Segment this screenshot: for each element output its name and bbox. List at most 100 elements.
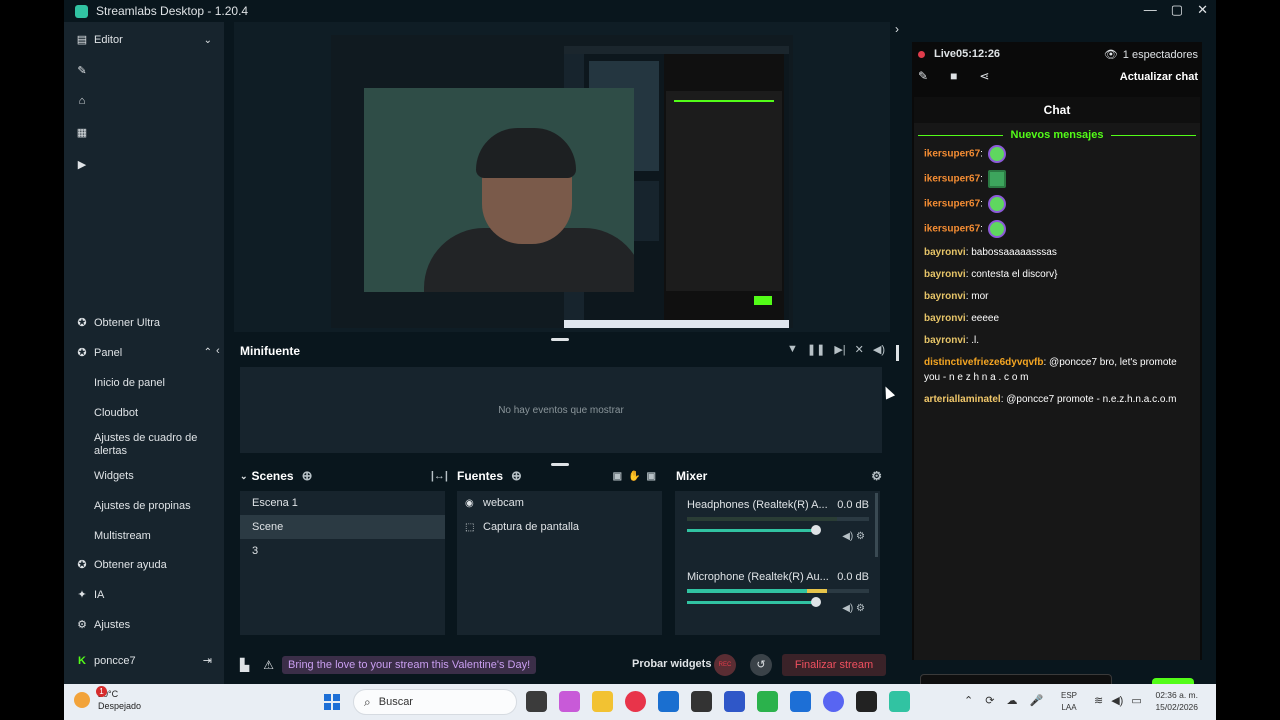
chat-username[interactable]: arteriallaminatel: [924, 394, 1001, 405]
chat-username[interactable]: bayronvi: [924, 313, 966, 324]
stream-preview[interactable]: [234, 22, 890, 332]
chat-column: Live 05:12:26 👁 1 espectadores ✎ ■ ⋖ Act…: [912, 42, 1202, 706]
mute-settings-icons[interactable]: ◀) ⚙: [842, 531, 865, 542]
resize-handle[interactable]: [551, 463, 569, 466]
chevron-down-icon[interactable]: ⌄: [240, 471, 248, 482]
app-icon[interactable]: [724, 691, 745, 712]
scrollbar[interactable]: [875, 493, 878, 557]
chat-username[interactable]: ikersuper67: [924, 149, 980, 160]
end-stream-button[interactable]: Finalizar stream: [782, 654, 886, 676]
video-icon[interactable]: ■: [950, 69, 957, 83]
transition-icon[interactable]: |↔|: [431, 470, 448, 482]
gear-icon: ⚙: [77, 619, 87, 631]
task-view-icon[interactable]: [526, 691, 547, 712]
volume-icon[interactable]: ◀): [873, 343, 885, 356]
eye-icon: 👁: [1103, 49, 1118, 61]
sidebar-subitem-cloudbot[interactable]: Cloudbot: [94, 407, 138, 420]
filter-icon[interactable]: ▼: [787, 343, 798, 356]
source-tools[interactable]: ▣✋▣: [613, 471, 662, 482]
chat-username[interactable]: ikersuper67: [924, 224, 980, 235]
edit-icon[interactable]: ✎: [918, 69, 928, 83]
sidebar-item-ia[interactable]: ✦ IA: [76, 589, 104, 601]
sidebar-user[interactable]: K poncce7: [76, 655, 136, 667]
mute-settings-icons[interactable]: ◀) ⚙: [842, 603, 865, 614]
slider-knob[interactable]: [811, 597, 821, 607]
sidebar-item-store[interactable]: ⌂: [76, 95, 94, 107]
sidebar-subitem-inicio[interactable]: Inicio de panel: [94, 377, 165, 390]
streamlabs-icon[interactable]: [889, 691, 910, 712]
chat-username[interactable]: bayronvi: [924, 269, 966, 280]
chevron-up-icon[interactable]: ⌃: [204, 347, 212, 358]
sidebar-item-obtener-ultra[interactable]: ✪ Obtener Ultra: [76, 317, 160, 329]
scene-item[interactable]: Escena 1: [240, 491, 445, 515]
weather-widget[interactable]: 1 20°C Despejado: [74, 686, 141, 712]
mute-notifications-icon[interactable]: ✕: [855, 343, 864, 356]
volume-slider[interactable]: [687, 597, 821, 607]
chevron-down-icon[interactable]: ⌄: [204, 35, 212, 46]
copilot-icon[interactable]: [559, 691, 580, 712]
chat-username[interactable]: distinctivefrieze6dyvqvfb: [924, 357, 1043, 368]
volume-slider[interactable]: [687, 525, 821, 535]
sidebar-subitem-tips[interactable]: Ajustes de propinas: [94, 500, 191, 513]
maximize-button[interactable]: ▢: [1171, 2, 1183, 18]
chat-username[interactable]: bayronvi: [924, 335, 966, 346]
chevron-right-icon[interactable]: ›: [895, 22, 899, 36]
store-icon[interactable]: [658, 691, 679, 712]
opera-icon[interactable]: [625, 691, 646, 712]
alert-icon[interactable]: ⚠: [263, 658, 274, 672]
live-status: Live 05:12:26 👁 1 espectadores: [918, 48, 1198, 61]
gear-icon[interactable]: ⚙: [871, 469, 882, 483]
replay-buffer-button[interactable]: ↺: [750, 654, 772, 676]
chat-username[interactable]: bayronvi: [924, 247, 966, 258]
app-icon[interactable]: [856, 691, 877, 712]
outlook-icon[interactable]: [790, 691, 811, 712]
chat-username[interactable]: bayronvi: [924, 291, 966, 302]
resize-handle[interactable]: [551, 338, 569, 341]
tray-icon[interactable]: ⟳: [985, 694, 994, 707]
file-explorer-icon[interactable]: [592, 691, 613, 712]
sidebar-item-themes[interactable]: ✎: [76, 65, 94, 77]
sidebar-subitem-multistream[interactable]: Multistream: [94, 530, 151, 543]
source-item[interactable]: ⬚ Captura de pantalla: [457, 515, 662, 539]
sidebar-item-panel[interactable]: ✪ Panel: [76, 347, 122, 359]
add-source-button[interactable]: ⊕: [511, 468, 522, 484]
sidebar-item-apps[interactable]: ▦: [76, 127, 94, 139]
windows-start-icon[interactable]: [324, 694, 340, 710]
record-button[interactable]: REC: [714, 654, 736, 676]
stats-icon[interactable]: ▙: [240, 658, 249, 672]
sidebar-item-editor[interactable]: ▤ Editor: [76, 34, 123, 46]
scene-item[interactable]: 3: [240, 539, 445, 563]
source-item[interactable]: ◉ webcam: [457, 491, 662, 515]
refresh-chat-button[interactable]: Actualizar chat: [1120, 71, 1198, 83]
sidebar-subitem-widgets[interactable]: Widgets: [94, 470, 134, 483]
chat-username[interactable]: ikersuper67: [924, 174, 980, 185]
chevron-up-icon[interactable]: ⌃: [964, 694, 973, 707]
slider-knob[interactable]: [811, 525, 821, 535]
network-volume-battery[interactable]: ≋ ◀) ▭: [1094, 694, 1142, 707]
share-icon[interactable]: ⋖: [979, 69, 989, 83]
test-widgets-button[interactable]: Probar widgets: [632, 658, 711, 670]
chat-username[interactable]: ikersuper67: [924, 199, 980, 210]
app-icon[interactable]: [691, 691, 712, 712]
sidebar-subitem-alertbox[interactable]: Ajustes de cuadro de alertas: [94, 432, 214, 458]
language-indicator[interactable]: ESP LAA: [1061, 690, 1077, 714]
collapse-sidebar-icon[interactable]: ‹: [216, 345, 220, 357]
taskbar-search[interactable]: ⌕ Buscar: [353, 689, 517, 715]
promo-banner[interactable]: Bring the love to your stream this Valen…: [282, 656, 537, 674]
skip-icon[interactable]: ▶|: [834, 343, 845, 356]
scrollbar[interactable]: [896, 345, 899, 361]
pause-icon[interactable]: ❚❚: [807, 343, 825, 356]
minimize-button[interactable]: —: [1144, 2, 1157, 18]
logout-icon[interactable]: ⇥: [203, 654, 212, 667]
sidebar-item-help[interactable]: ✪ Obtener ayuda: [76, 559, 166, 571]
sidebar-item-highlighter[interactable]: ▶: [76, 159, 94, 171]
microphone-icon[interactable]: 🎤: [1029, 694, 1043, 707]
tray-icon[interactable]: ☁: [1006, 694, 1017, 707]
discord-icon[interactable]: [823, 691, 844, 712]
app-icon[interactable]: [757, 691, 778, 712]
scene-item-active[interactable]: Scene: [240, 515, 445, 539]
close-button[interactable]: ✕: [1197, 2, 1208, 18]
clock[interactable]: 02:36 a. m. 15/02/2026: [1155, 689, 1198, 713]
add-scene-button[interactable]: ⊕: [302, 468, 313, 484]
sidebar-item-settings[interactable]: ⚙ Ajustes: [76, 619, 130, 631]
